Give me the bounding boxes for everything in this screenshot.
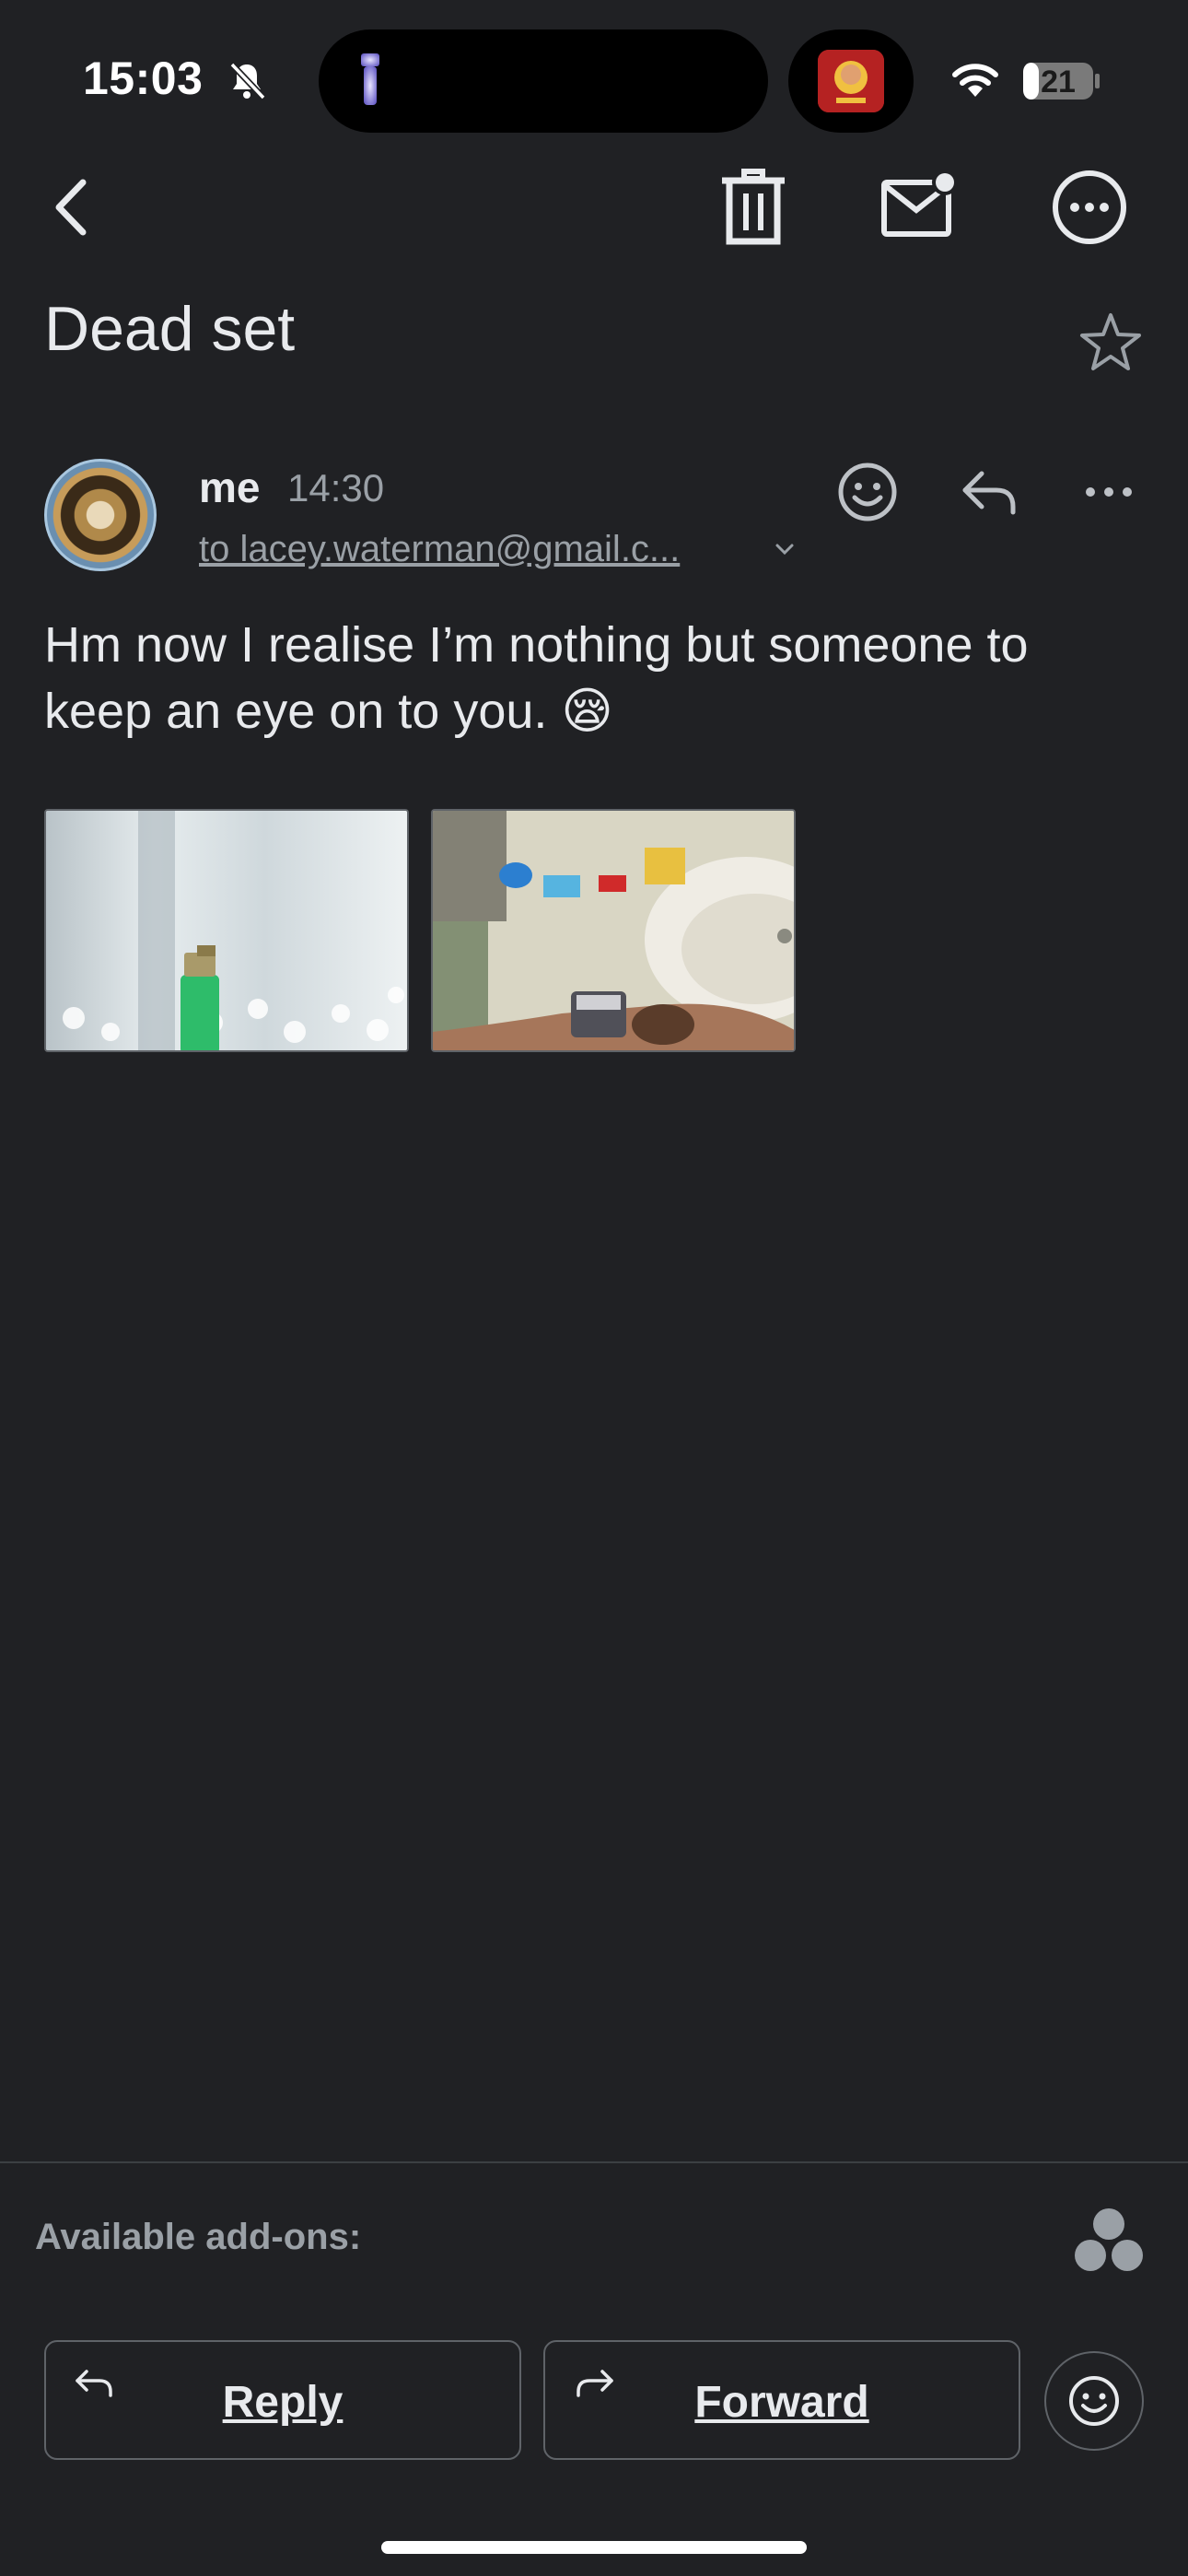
message-body: Hm now I realise I’m nothing but someone…: [44, 617, 1029, 739]
forward-button-label: Forward: [694, 2378, 869, 2427]
addons-icon[interactable]: [1072, 2204, 1146, 2277]
footer-divider: [0, 2161, 1188, 2163]
chevron-down-icon[interactable]: [770, 534, 799, 564]
reply-icon[interactable]: [958, 464, 1020, 520]
more-options-icon[interactable]: [1050, 168, 1129, 247]
message-more-icon[interactable]: [1083, 472, 1135, 512]
flashlight-icon[interactable]: [354, 52, 387, 109]
image-attachment-1[interactable]: [44, 809, 409, 1052]
email-subject: Dead set: [44, 294, 296, 364]
recipient-details[interactable]: to lacey.waterman@gmail.c...: [199, 529, 680, 570]
emoji-reaction-button[interactable]: [1044, 2351, 1144, 2451]
app-avatar-icon[interactable]: [818, 50, 884, 112]
sent-time: 14:30: [287, 466, 385, 509]
addons-label: Available add-ons:: [35, 2217, 362, 2257]
back-icon[interactable]: [46, 175, 101, 240]
star-icon[interactable]: [1077, 310, 1144, 376]
trash-icon[interactable]: [718, 168, 788, 247]
forward-button[interactable]: Forward: [543, 2340, 1020, 2460]
battery-icon: 21: [1022, 61, 1101, 101]
battery-level: 21: [1041, 64, 1076, 100]
reply-button[interactable]: Reply: [44, 2340, 521, 2460]
sender-name: me: [199, 463, 261, 511]
email-screen: 15:03 21 Dead set me 14:30 to lacey.wate…: [0, 0, 1188, 2576]
add-reaction-icon[interactable]: [836, 461, 899, 523]
mark-unread-icon[interactable]: [879, 168, 960, 243]
image-attachment-2[interactable]: [431, 809, 796, 1052]
status-time: 15:03: [83, 53, 204, 104]
home-indicator[interactable]: [381, 2541, 807, 2554]
bell-off-icon: [229, 62, 266, 100]
wifi-icon: [952, 64, 998, 97]
sender-avatar[interactable]: [44, 459, 157, 571]
reply-button-label: Reply: [222, 2378, 344, 2427]
smiley-icon: [1069, 2376, 1119, 2426]
